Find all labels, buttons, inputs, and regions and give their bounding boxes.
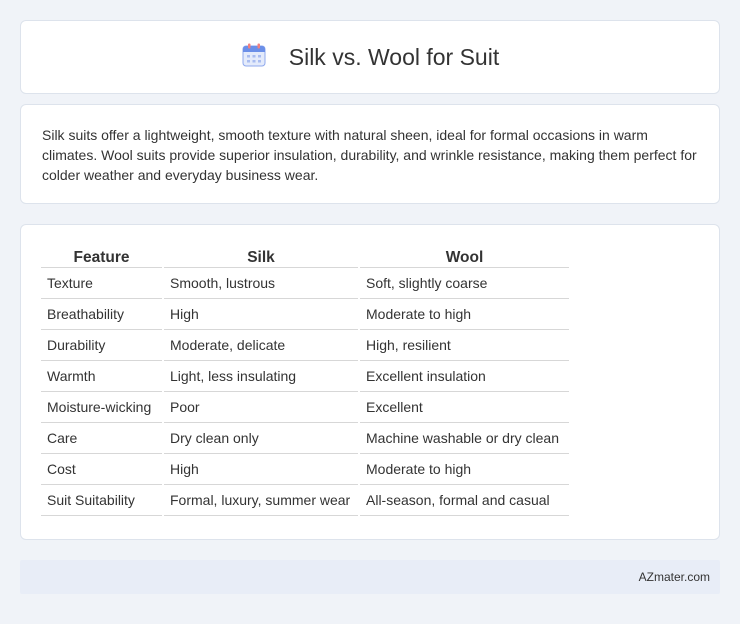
description-text: Silk suits offer a lightweight, smooth t… [42, 127, 697, 183]
feature-cell: Breathability [41, 299, 162, 330]
table-row: Care Dry clean only Machine washable or … [41, 423, 569, 454]
wool-cell: Excellent [360, 392, 569, 423]
feature-cell: Durability [41, 330, 162, 361]
comparison-card: Feature Silk Wool Texture Smooth, lustro… [20, 224, 720, 540]
silk-cell: Smooth, lustrous [164, 268, 358, 299]
wool-cell: All-season, formal and casual [360, 485, 569, 516]
feature-cell: Moisture-wicking [41, 392, 162, 423]
header-feature: Feature [41, 246, 162, 268]
header-wool: Wool [360, 246, 569, 268]
title-card: Silk vs. Wool for Suit [20, 20, 720, 94]
title-wrap: Silk vs. Wool for Suit [241, 42, 499, 73]
feature-cell: Care [41, 423, 162, 454]
feature-cell: Warmth [41, 361, 162, 392]
wool-cell: Moderate to high [360, 454, 569, 485]
footer-site-link[interactable]: AZmater.com [639, 570, 710, 584]
description-card: Silk suits offer a lightweight, smooth t… [20, 104, 720, 204]
wool-cell: Moderate to high [360, 299, 569, 330]
silk-cell: Light, less insulating [164, 361, 358, 392]
wool-cell: Machine washable or dry clean [360, 423, 569, 454]
wool-cell: Excellent insulation [360, 361, 569, 392]
silk-cell: Moderate, delicate [164, 330, 358, 361]
header-silk: Silk [164, 246, 358, 268]
comparison-table: Feature Silk Wool Texture Smooth, lustro… [39, 246, 571, 516]
table-row: Cost High Moderate to high [41, 454, 569, 485]
silk-cell: Poor [164, 392, 358, 423]
silk-cell: Dry clean only [164, 423, 358, 454]
table-row: Texture Smooth, lustrous Soft, slightly … [41, 268, 569, 299]
page-title: Silk vs. Wool for Suit [288, 43, 500, 70]
table-header-row: Feature Silk Wool [41, 246, 569, 268]
table-row: Moisture-wicking Poor Excellent [41, 392, 569, 423]
silk-cell: High [164, 299, 358, 330]
calendar-icon [241, 42, 267, 73]
wool-cell: Soft, slightly coarse [360, 268, 569, 299]
silk-cell: High [164, 454, 358, 485]
table-row: Warmth Light, less insulating Excellent … [41, 361, 569, 392]
footer: AZmater.com [20, 560, 720, 594]
feature-cell: Suit Suitability [41, 485, 162, 516]
feature-cell: Cost [41, 454, 162, 485]
table-row: Suit Suitability Formal, luxury, summer … [41, 485, 569, 516]
table-row: Durability Moderate, delicate High, resi… [41, 330, 569, 361]
table-row: Breathability High Moderate to high [41, 299, 569, 330]
feature-cell: Texture [41, 268, 162, 299]
silk-cell: Formal, luxury, summer wear [164, 485, 358, 516]
wool-cell: High, resilient [360, 330, 569, 361]
